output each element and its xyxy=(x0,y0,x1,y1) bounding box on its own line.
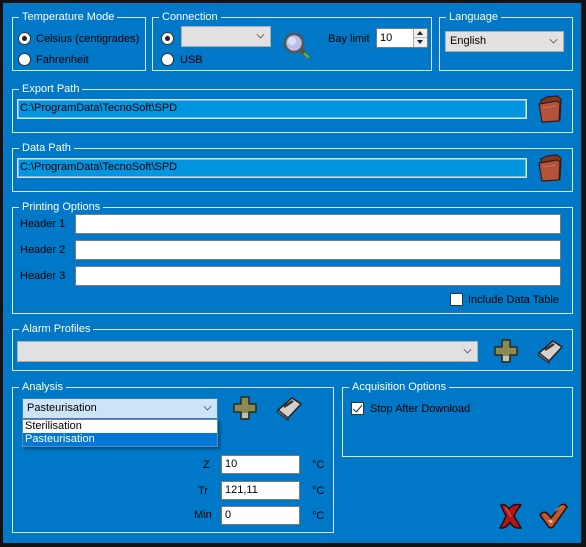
analysis-select[interactable]: Pasteurisation xyxy=(22,398,218,419)
spin-down-button[interactable] xyxy=(414,38,427,47)
port-select[interactable] xyxy=(181,26,271,47)
data-path-title: Data Path xyxy=(22,142,71,154)
data-path-input[interactable]: C:\ProgramData\TecnoSoft\SPD xyxy=(17,158,527,178)
export-path-title: Export Path xyxy=(22,83,80,95)
header-2-label: Header 2 xyxy=(20,244,66,256)
port-radio[interactable] xyxy=(161,32,174,45)
arrow-down-icon xyxy=(417,40,423,44)
z-label: Z xyxy=(203,459,210,471)
language-select-value: English xyxy=(450,35,487,47)
header-2-input[interactable] xyxy=(75,240,561,260)
include-data-table-checkbox[interactable] xyxy=(450,293,463,306)
fahrenheit-label[interactable]: Fahrenheit xyxy=(36,53,89,67)
min-input[interactable]: 0 xyxy=(221,506,300,525)
magnifier-icon[interactable] xyxy=(282,31,312,61)
arrow-up-icon xyxy=(417,31,423,35)
usb-label[interactable]: USB xyxy=(180,53,203,67)
z-unit: °C xyxy=(312,459,325,471)
acquisition-options-title: Acquisition Options xyxy=(352,381,447,393)
printing-options-title: Printing Options xyxy=(22,201,101,213)
analysis-select-value: Pasteurisation xyxy=(27,402,97,414)
include-data-table-label[interactable]: Include Data Table xyxy=(468,293,559,307)
alarm-profile-select[interactable] xyxy=(17,341,478,362)
connection-title: Connection xyxy=(162,11,218,23)
analysis-dropdown-list: Sterilisation Pasteurisation xyxy=(22,419,218,447)
celsius-radio[interactable] xyxy=(18,32,31,45)
plus-icon[interactable] xyxy=(492,337,520,365)
spin-up-button[interactable] xyxy=(414,29,427,38)
header-1-input[interactable] xyxy=(75,214,561,234)
plus-icon[interactable] xyxy=(231,394,259,422)
celsius-label[interactable]: Celsius (centigrades) xyxy=(36,32,139,46)
chevron-down-icon xyxy=(256,30,265,39)
cancel-x-icon[interactable] xyxy=(497,501,525,531)
acquisition-options-group: Acquisition Options xyxy=(342,381,573,457)
tr-label: Tr xyxy=(198,485,208,497)
analysis-title: Analysis xyxy=(22,381,63,393)
usb-radio[interactable] xyxy=(161,53,174,66)
chevron-down-icon xyxy=(203,402,212,411)
bay-limit-spinner[interactable]: 10 xyxy=(376,28,428,48)
language-title: Language xyxy=(449,11,498,23)
eraser-icon[interactable] xyxy=(274,394,304,422)
header-3-input[interactable] xyxy=(75,266,561,286)
chevron-down-icon xyxy=(549,35,558,44)
tr-input[interactable]: 121,11 xyxy=(221,481,300,500)
z-input[interactable]: 10 xyxy=(221,455,300,474)
min-unit: °C xyxy=(312,510,325,522)
min-label: Min xyxy=(194,509,212,521)
temperature-mode-title: Temperature Mode xyxy=(22,11,115,23)
settings-window: Temperature Mode Celsius (centigrades) F… xyxy=(3,3,582,543)
header-3-label: Header 3 xyxy=(20,270,66,282)
tr-unit: °C xyxy=(312,485,325,497)
eraser-icon[interactable] xyxy=(535,337,565,365)
bay-limit-value: 10 xyxy=(380,32,393,44)
stop-after-download-checkbox[interactable] xyxy=(351,402,364,415)
folder-icon[interactable] xyxy=(535,94,565,124)
ok-check-icon[interactable] xyxy=(537,501,569,531)
fahrenheit-radio[interactable] xyxy=(18,53,31,66)
alarm-profiles-title: Alarm Profiles xyxy=(22,323,91,335)
header-1-label: Header 1 xyxy=(20,218,66,230)
bay-limit-label: Bay limit xyxy=(328,33,370,45)
analysis-option-pasteurisation[interactable]: Pasteurisation xyxy=(23,433,217,446)
folder-icon[interactable] xyxy=(535,153,565,183)
chevron-down-icon xyxy=(463,345,472,354)
language-select[interactable]: English xyxy=(445,31,564,52)
stop-after-download-label[interactable]: Stop After Download xyxy=(370,402,470,416)
analysis-option-sterilisation[interactable]: Sterilisation xyxy=(23,420,217,433)
export-path-input[interactable]: C:\ProgramData\TecnoSoft\SPD xyxy=(17,99,527,119)
